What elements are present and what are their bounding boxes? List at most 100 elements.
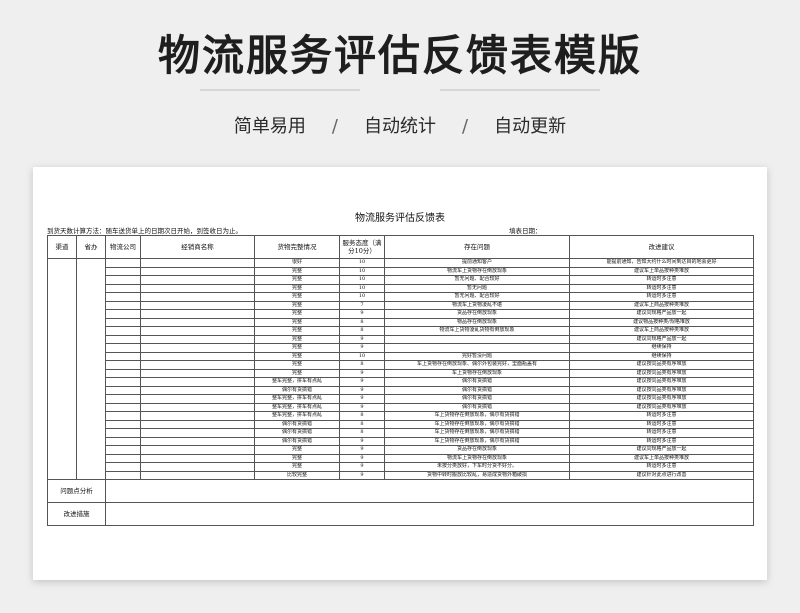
table-row: 完整 10 物流车上货物存在倒放现象 建议车上单品按种类堆放 xyxy=(48,266,754,276)
table-row: 完整 8 物流车上货物凌乱货物有倒放现象 建议车上商品按种类堆放 xyxy=(48,326,754,336)
condition-cell: 整车完整，拼车有点乱 xyxy=(254,377,340,387)
issue-cell: 车上货物存在倒放现象，偶尔有货搞错 xyxy=(384,419,570,429)
table-row: 完整 10 暂无问题、配合较好 转运时多注意 xyxy=(48,292,754,302)
issue-cell xyxy=(384,343,570,353)
condition-cell: 完整 xyxy=(254,292,340,302)
dealer-cell xyxy=(140,343,255,353)
condition-cell: 整车完整，拼车有点乱 xyxy=(254,411,340,421)
suggestion-cell: 转运时多注意 xyxy=(569,283,754,293)
suggestion-cell: 转运时多注意 xyxy=(569,411,754,421)
logistics-cell xyxy=(105,343,141,353)
table-row: 偶尔有货搞错 9 车上货物存在倒放现象，偶尔有货搞错 转运时多注意 xyxy=(48,436,754,446)
table-row: 完整 9 车上货物存在倒放现象 建议按同品类有序堆放 xyxy=(48,368,754,378)
issue-cell: 提前通知客户 xyxy=(384,258,570,268)
analysis-row: 问题点分析 xyxy=(47,479,754,503)
issue-cell: 偶尔有货搞错 xyxy=(384,377,570,387)
table-row: 偶尔有货搞错 8 车上货物存在倒放现象，偶尔有货搞错 转运时多注意 xyxy=(48,428,754,438)
suggestion-cell: 建议按同品类有序堆放 xyxy=(569,385,754,395)
dealer-cell xyxy=(140,309,255,319)
dealer-cell xyxy=(140,385,255,395)
suggestion-cell: 转运时多注意 xyxy=(569,275,754,285)
issue-cell: 车上货物存在倒放现象、偶尔外包装完好，里面瓶盖有 xyxy=(384,360,570,370)
table-row: 整车完整，拼车有点乱 9 偶尔有货搞错 建议按同品类有序堆放 xyxy=(48,394,754,404)
table-row: 完整 9 建议同规格产品放一起 xyxy=(48,334,754,344)
form-sheet: 物流服务评估反馈表 到货天数计算方法：随车送货单上的日期次日开始，到签收日为止。… xyxy=(33,167,767,580)
condition-cell: 完整 xyxy=(254,309,340,319)
dealer-cell xyxy=(140,334,255,344)
dealer-cell xyxy=(140,445,255,455)
score-cell: 7 xyxy=(339,300,385,310)
logistics-cell xyxy=(105,394,141,404)
issue-cell: 车上货物存在倒放现象，偶尔有货搞错 xyxy=(384,428,570,438)
table-row: 整车完整，拼车有点乱 9 偶尔有货搞错 建议按同品类有序堆放 xyxy=(48,402,754,412)
issue-cell: 物流车上货物凌乱不堪 xyxy=(384,300,570,310)
condition-cell: 完整 xyxy=(254,368,340,378)
dealer-cell xyxy=(140,266,255,276)
suggestion-cell: 建议车上单品按种类堆放 xyxy=(569,453,754,463)
table-row: 比较完整 9 货物中转时搬放比较乱，易造成货物外箱破损 建议针对此点进行改善 xyxy=(48,470,754,480)
condition-cell: 完整 xyxy=(254,360,340,370)
score-cell: 9 xyxy=(339,462,385,472)
condition-cell: 完整 xyxy=(254,343,340,353)
issue-cell: 完好暂没问题 xyxy=(384,351,570,361)
table-row: 很好 10 提前通知客户 能提前通知，告知大约什么时间到达目的地会更好 xyxy=(47,258,754,480)
dealer-cell xyxy=(140,258,255,268)
suggestion-cell: 建议同规格产品放一起 xyxy=(569,309,754,319)
condition-cell: 完整 xyxy=(254,453,340,463)
score-cell: 9 xyxy=(339,402,385,412)
score-cell: 9 xyxy=(339,394,385,404)
score-cell: 9 xyxy=(339,470,385,480)
subtitle: 简单易用 / 自动统计 / 自动更新 xyxy=(0,112,800,138)
suggestion-cell: 建议同规格产品放一起 xyxy=(569,445,754,455)
condition-cell: 偶尔有货搞错 xyxy=(254,428,340,438)
logistics-cell xyxy=(105,368,141,378)
score-cell: 10 xyxy=(339,266,385,276)
dealer-cell xyxy=(140,283,255,293)
column-header-condition: 货物完整情况 xyxy=(254,235,340,259)
measures-cell[interactable] xyxy=(105,502,754,526)
form-title: 物流服务评估反馈表 xyxy=(355,213,445,224)
condition-cell: 完整 xyxy=(254,326,340,336)
calculation-note: 到货天数计算方法：随车送货单上的日期次日开始，到签收日为止。 xyxy=(47,227,242,235)
analysis-cell[interactable] xyxy=(105,479,754,503)
suggestion-cell: 建议按同品类有序堆放 xyxy=(569,360,754,370)
suggestion-cell: 转运时多注意 xyxy=(569,292,754,302)
suggestion-cell: 转运时多注意 xyxy=(569,436,754,446)
score-cell: 8 xyxy=(339,317,385,327)
issue-cell: 货品存在倒放现象 xyxy=(384,309,570,319)
dealer-cell xyxy=(140,419,255,429)
table-row: 完整 10 暂无问题 转运时多注意 xyxy=(48,283,754,293)
suggestion-cell: 建议车上商品按种类堆放 xyxy=(569,300,754,310)
logistics-cell xyxy=(105,402,141,412)
issue-cell: 物流车上货物存在倒放现象 xyxy=(384,453,570,463)
score-cell: 9 xyxy=(339,343,385,353)
score-cell: 10 xyxy=(339,283,385,293)
table-row: 完整 9 货品存在倒放现象 建议同规格产品放一起 xyxy=(48,309,754,319)
column-header-channel: 渠道 xyxy=(47,235,77,259)
table-row: 完整 10 完好暂没问题 继续保持 xyxy=(48,351,754,361)
dealer-cell xyxy=(140,377,255,387)
condition-cell: 完整 xyxy=(254,275,340,285)
logistics-cell xyxy=(105,326,141,336)
issue-cell: 物流车上货物存在倒放现象 xyxy=(384,266,570,276)
score-cell: 8 xyxy=(339,419,385,429)
issue-cell: 物流车上货物凌乱货物有倒放现象 xyxy=(384,326,570,336)
column-header-suggestions: 改进建议 xyxy=(569,235,754,259)
header-rule-left xyxy=(200,89,360,91)
condition-cell: 偶尔有货搞错 xyxy=(254,419,340,429)
measures-row: 改进措施 xyxy=(47,502,754,526)
province-cell xyxy=(76,258,106,480)
logistics-cell xyxy=(105,283,141,293)
table-row: 完整 9 货品存在倒放现象 建议同规格产品放一起 xyxy=(48,445,754,455)
logistics-cell xyxy=(105,428,141,438)
suggestion-cell: 建议按同品类有序堆放 xyxy=(569,377,754,387)
table-row: 整车完整，拼车有点乱 9 偶尔有货搞错 建议按同品类有序堆放 xyxy=(48,377,754,387)
suggestion-cell: 建议按同品类有序堆放 xyxy=(569,368,754,378)
condition-cell: 完整 xyxy=(254,283,340,293)
dealer-cell xyxy=(140,470,255,480)
condition-cell: 完整 xyxy=(254,300,340,310)
score-cell: 10 xyxy=(339,258,385,268)
fill-date-label: 填表日期： xyxy=(509,227,542,235)
issue-cell: 车上货物存在倒放现象 xyxy=(384,368,570,378)
suggestion-cell: 建议针对此点进行改善 xyxy=(569,470,754,480)
